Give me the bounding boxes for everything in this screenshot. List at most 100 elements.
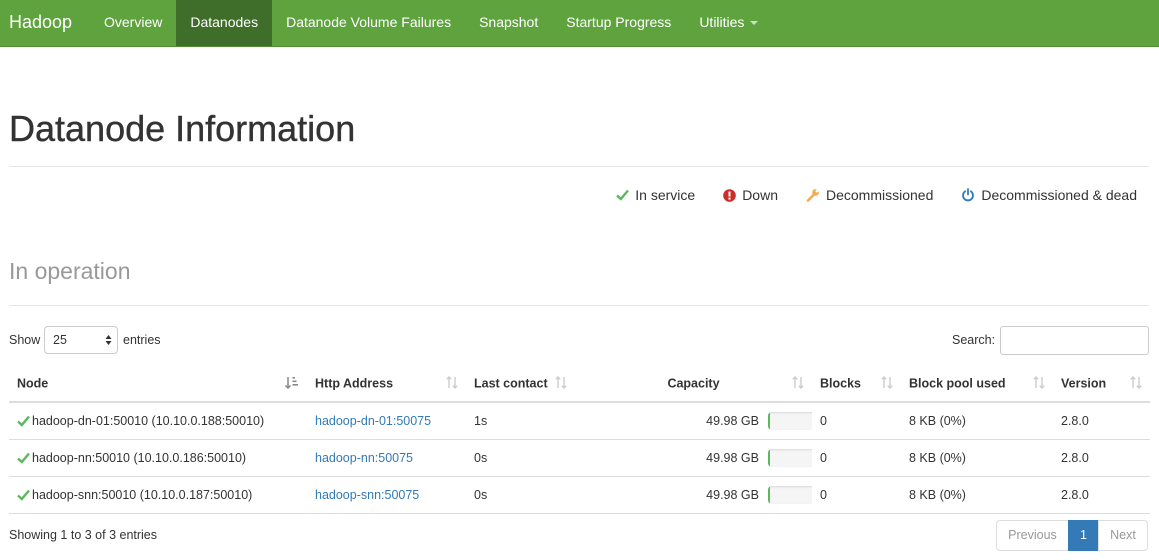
capacity-value: 49.98 GB	[706, 451, 759, 465]
legend-down: Down	[723, 187, 778, 203]
column-label: Version	[1061, 376, 1107, 391]
capacity-progress-fill	[768, 486, 771, 504]
sort-both-icon	[792, 376, 804, 389]
node-cell: hadoop-snn:50010 (10.10.0.187:50010)	[9, 476, 307, 514]
sort-both-icon	[1033, 376, 1045, 389]
node-cell: hadoop-nn:50010 (10.10.0.186:50010)	[9, 439, 307, 477]
capacity-progress-bar	[768, 449, 812, 467]
search-label: Search:	[952, 333, 996, 347]
column-header-node[interactable]: Node	[9, 366, 307, 403]
http-address-link[interactable]: hadoop-dn-01:50075	[315, 414, 431, 428]
check-icon	[616, 189, 630, 201]
legend-label: In service	[635, 187, 696, 203]
legend-decommissioned-dead: Decommissioned & dead	[961, 187, 1137, 203]
page-length-select[interactable]: 25	[44, 326, 118, 354]
search-input[interactable]	[1000, 326, 1149, 355]
check-icon	[17, 489, 30, 501]
capacity-progress-bar	[768, 412, 812, 430]
block-pool-used-cell: 8 KB (0%)	[901, 402, 1053, 440]
select-arrows-icon	[105, 335, 112, 345]
nav-utilities-dropdown[interactable]: Utilities	[685, 0, 772, 46]
http-address-link[interactable]: hadoop-snn:50075	[315, 488, 419, 502]
nav-overview[interactable]: Overview	[90, 0, 176, 46]
column-header-version[interactable]: Version	[1053, 366, 1150, 403]
column-header-http-address[interactable]: Http Address	[307, 366, 466, 403]
page-title: Datanode Information	[9, 108, 356, 149]
legend-label: Decommissioned & dead	[981, 187, 1137, 203]
sort-ascending-icon	[285, 377, 298, 389]
check-icon	[17, 452, 30, 464]
nav-datanodes[interactable]: Datanodes	[176, 0, 273, 46]
column-header-block-pool-used[interactable]: Block pool used	[901, 366, 1053, 403]
previous-page-button[interactable]: Previous	[996, 520, 1069, 551]
column-header-blocks[interactable]: Blocks	[812, 366, 901, 403]
table-info: Showing 1 to 3 of 3 entries	[9, 528, 158, 542]
nav-snapshot[interactable]: Snapshot	[465, 0, 552, 46]
status-legend: In service Down Decommissioned Decommiss…	[588, 187, 1137, 203]
capacity-progress-fill	[768, 412, 771, 430]
node-name: hadoop-dn-01:50010 (10.10.0.188:50010)	[32, 414, 265, 428]
nav-startup-progress[interactable]: Startup Progress	[552, 0, 685, 46]
datanode-table: Node Http Address Last contact Capacity …	[9, 366, 1150, 514]
http-address-link[interactable]: hadoop-nn:50075	[315, 451, 413, 465]
capacity-value: 49.98 GB	[706, 414, 759, 428]
column-label: Http Address	[315, 376, 394, 391]
exclamation-circle-icon	[723, 188, 736, 202]
node-name: hadoop-nn:50010 (10.10.0.186:50010)	[32, 451, 247, 465]
wrench-icon	[806, 189, 819, 202]
capacity-progress-bar	[768, 486, 812, 504]
legend-decommissioned: Decommissioned	[806, 187, 933, 203]
nav-menu: Overview Datanodes Datanode Volume Failu…	[90, 0, 772, 46]
pagination: Previous 1 Next	[996, 520, 1148, 551]
column-label: Capacity	[667, 376, 720, 391]
table-header-row: Node Http Address Last contact Capacity …	[9, 366, 1150, 403]
column-header-capacity[interactable]: Capacity	[575, 366, 812, 403]
nav-datanode-volume-failures[interactable]: Datanode Volume Failures	[272, 0, 465, 46]
sort-both-icon	[446, 376, 458, 389]
version-cell: 2.8.0	[1053, 476, 1150, 514]
sort-both-icon	[881, 376, 893, 389]
legend-in-service: In service	[616, 187, 695, 203]
caret-down-icon	[750, 21, 759, 26]
column-label: Block pool used	[909, 376, 1006, 391]
http-address-cell: hadoop-dn-01:50075	[307, 402, 466, 440]
last-contact-cell: 0s	[466, 476, 575, 514]
page-1-button[interactable]: 1	[1068, 520, 1099, 551]
node-name: hadoop-snn:50010 (10.10.0.187:50010)	[32, 488, 253, 502]
http-address-cell: hadoop-nn:50075	[307, 439, 466, 477]
capacity-progress-fill	[768, 449, 771, 467]
blocks-cell: 0	[812, 402, 901, 440]
check-icon	[17, 415, 30, 427]
block-pool-used-cell: 8 KB (0%)	[901, 476, 1053, 514]
section-title: In operation	[9, 258, 131, 284]
nav-utilities-label: Utilities	[699, 14, 745, 30]
legend-label: Decommissioned	[825, 187, 934, 203]
node-cell: hadoop-dn-01:50010 (10.10.0.188:50010)	[9, 402, 307, 440]
table-row: hadoop-nn:50010 (10.10.0.186:50010) hado…	[9, 439, 1150, 477]
table-row: hadoop-dn-01:50010 (10.10.0.188:50010) h…	[9, 402, 1150, 440]
brand-logo[interactable]: Hadoop	[9, 0, 72, 46]
page-length-value: 25	[53, 333, 67, 347]
title-divider	[9, 166, 1149, 167]
block-pool-used-cell: 8 KB (0%)	[901, 439, 1053, 477]
entries-label: entries	[123, 333, 161, 347]
last-contact-cell: 0s	[466, 439, 575, 477]
legend-label: Down	[742, 187, 778, 203]
next-page-button[interactable]: Next	[1098, 520, 1148, 551]
column-header-last-contact[interactable]: Last contact	[466, 366, 575, 403]
table-row: hadoop-snn:50010 (10.10.0.187:50010) had…	[9, 476, 1150, 514]
column-label: Blocks	[820, 376, 861, 391]
column-label: Last contact	[474, 376, 548, 391]
blocks-cell: 0	[812, 439, 901, 477]
blocks-cell: 0	[812, 476, 901, 514]
column-label: Node	[17, 376, 49, 391]
version-cell: 2.8.0	[1053, 402, 1150, 440]
last-contact-cell: 1s	[466, 402, 575, 440]
capacity-cell: 49.98 GB	[575, 439, 812, 477]
version-cell: 2.8.0	[1053, 439, 1150, 477]
http-address-cell: hadoop-snn:50075	[307, 476, 466, 514]
sort-both-icon	[555, 376, 567, 389]
sort-both-icon	[1130, 376, 1142, 389]
power-icon	[962, 188, 975, 202]
capacity-cell: 49.98 GB	[575, 476, 812, 514]
